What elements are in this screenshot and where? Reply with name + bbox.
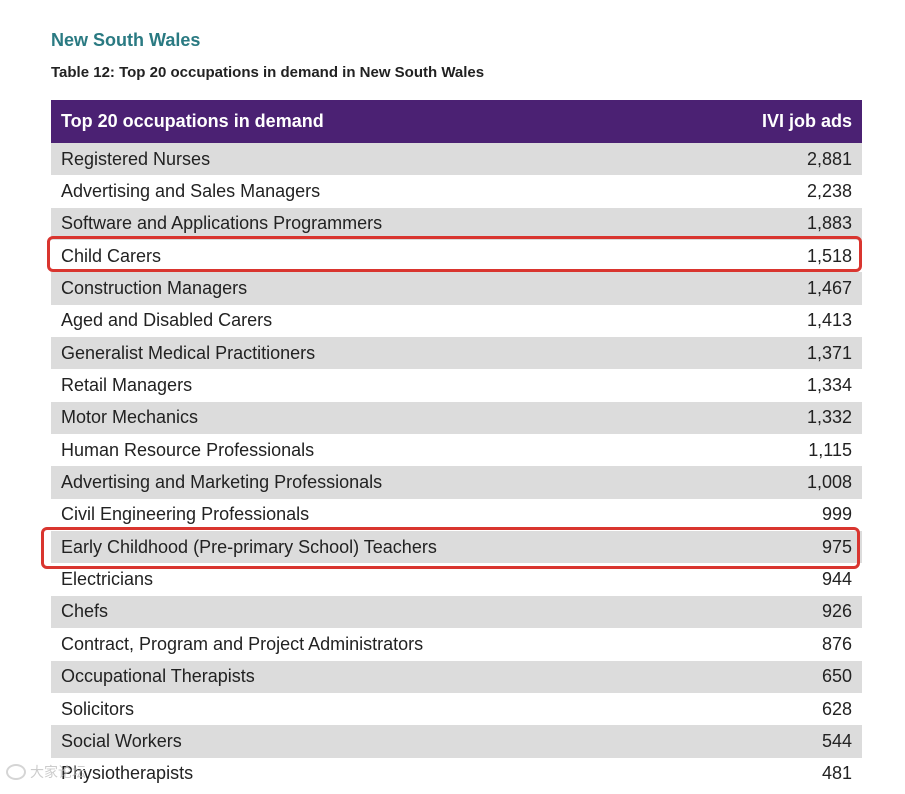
table-row: Civil Engineering Professionals 999: [51, 498, 862, 532]
occupation-cell: Generalist Medical Practitioners: [61, 342, 316, 363]
job-ads-cell: 926: [821, 601, 852, 622]
section-title: New South Wales: [51, 30, 201, 50]
column-header-job-ads: IVI job ads: [685, 100, 862, 143]
occupation-cell: Solicitors: [61, 698, 135, 719]
job-ads-cell: 975: [821, 536, 852, 557]
job-ads-cell: 1,467: [806, 278, 852, 299]
occupation-cell: Motor Mechanics: [61, 407, 199, 428]
table-body: Registered Nurses 2,881 Advertising and Sa…: [51, 143, 862, 790]
occupation-cell: Chefs: [61, 601, 109, 622]
occupation-cell: Advertising and Marketing Professionals: [61, 472, 383, 493]
table-row: Solicitors 628: [51, 692, 862, 726]
occupation-cell: Electricians: [61, 569, 154, 590]
table-row: Child Carers 1,518: [51, 240, 862, 273]
table-row: Advertising and Marketing Professionals 1…: [51, 466, 862, 499]
occupation-cell: Aged and Disabled Carers: [61, 310, 273, 331]
occupation-cell: Human Resource Professionals: [61, 439, 315, 460]
job-ads-cell: 481: [821, 763, 852, 784]
table-row: Electricians 944: [51, 563, 862, 596]
job-ads-cell: 628: [821, 698, 852, 719]
table-row: Generalist Medical Practitioners 1,371: [51, 337, 862, 370]
table-row: Contract, Program and Project Administra…: [51, 628, 862, 661]
table-header-row: Top 20 occupations in demand IVI job ads: [51, 100, 862, 143]
job-ads-cell: 876: [821, 633, 852, 654]
occupation-cell: Civil Engineering Professionals: [61, 504, 310, 525]
table-row: Human Resource Professionals 1,115: [51, 434, 862, 467]
column-header-occupation: Top 20 occupations in demand: [51, 100, 686, 143]
occupation-cell: Occupational Therapists: [61, 666, 255, 687]
watermark-logo-icon: [6, 764, 26, 780]
table-row: Chefs 926: [51, 595, 862, 629]
job-ads-cell: 1,334: [806, 375, 852, 396]
occupation-cell: Early Childhood (Pre-primary School) Tea…: [61, 536, 437, 557]
job-ads-cell: 1,518: [806, 245, 852, 266]
occupation-cell: Contract, Program and Project Administra…: [61, 633, 424, 654]
table-row: Software and Applications Programmers 1,8…: [51, 207, 862, 241]
job-ads-cell: 999: [821, 504, 852, 525]
table-row: Registered Nurses 2,881: [51, 143, 862, 176]
job-ads-cell: 2,238: [806, 181, 852, 202]
table-row: Aged and Disabled Carers 1,413: [51, 304, 862, 338]
job-ads-cell: 2,881: [806, 148, 852, 169]
table-row: Early Childhood (Pre-primary School) Tea…: [51, 531, 862, 564]
occupation-cell: Registered Nurses: [61, 148, 211, 169]
job-ads-cell: 1,883: [806, 213, 852, 234]
watermark-text: 大家论坛: [30, 764, 86, 780]
table-row: Motor Mechanics 1,332: [51, 401, 862, 435]
table-row: Social Workers 544: [51, 725, 862, 758]
job-ads-cell: 944: [821, 569, 852, 590]
job-ads-cell: 1,332: [806, 407, 852, 428]
watermark: 大家论坛: [6, 762, 86, 782]
occupation-cell: Software and Applications Programmers: [61, 213, 383, 234]
table-row: Construction Managers 1,467: [51, 272, 862, 305]
occupation-cell: Child Carers: [61, 245, 162, 266]
table-row: Occupational Therapists 650: [51, 660, 862, 693]
job-ads-cell: 544: [821, 730, 852, 751]
table-caption: Table 12: Top 20 occupations in demand i…: [51, 64, 485, 81]
occupations-table: Top 20 occupations in demand IVI job ads…: [51, 100, 862, 790]
occupation-cell: Retail Managers: [61, 375, 193, 396]
occupation-cell: Physiotherapists: [61, 763, 194, 784]
job-ads-cell: 1,413: [806, 310, 852, 331]
job-ads-cell: 650: [821, 666, 852, 687]
job-ads-cell: 1,371: [806, 342, 852, 363]
table-row: Advertising and Sales Managers 2,238: [51, 175, 862, 208]
occupation-cell: Social Workers: [61, 730, 182, 751]
job-ads-cell: 1,008: [806, 472, 852, 493]
table-row: Physiotherapists 481: [51, 757, 862, 790]
table-row: Retail Managers 1,334: [51, 369, 862, 402]
job-ads-cell: 1,115: [808, 439, 852, 460]
occupation-cell: Advertising and Sales Managers: [61, 181, 321, 202]
occupation-cell: Construction Managers: [61, 278, 248, 299]
